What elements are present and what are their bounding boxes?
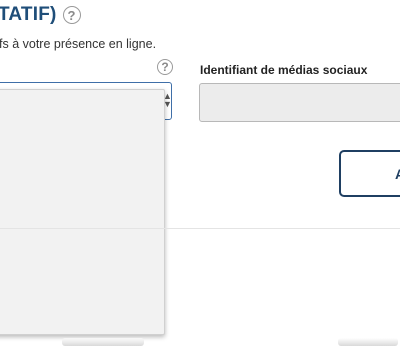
platform-dropdown-list[interactable] [0,89,165,335]
section-title-text: TATIF) [0,4,57,25]
social-media-id-input[interactable] [199,83,400,122]
faded-text-placeholder [62,338,144,346]
faded-text-placeholder [338,338,398,346]
section-divider [0,228,400,229]
question-circle-icon[interactable]: ? [62,6,81,24]
platform-help-icon[interactable]: ? [157,59,173,75]
section-title: TATIF) ? [0,4,81,26]
section-subtitle: fs à votre présence en ligne. [0,37,157,51]
social-media-label: Identifiant de médias sociaux [200,63,368,77]
add-button[interactable]: A [339,150,400,197]
